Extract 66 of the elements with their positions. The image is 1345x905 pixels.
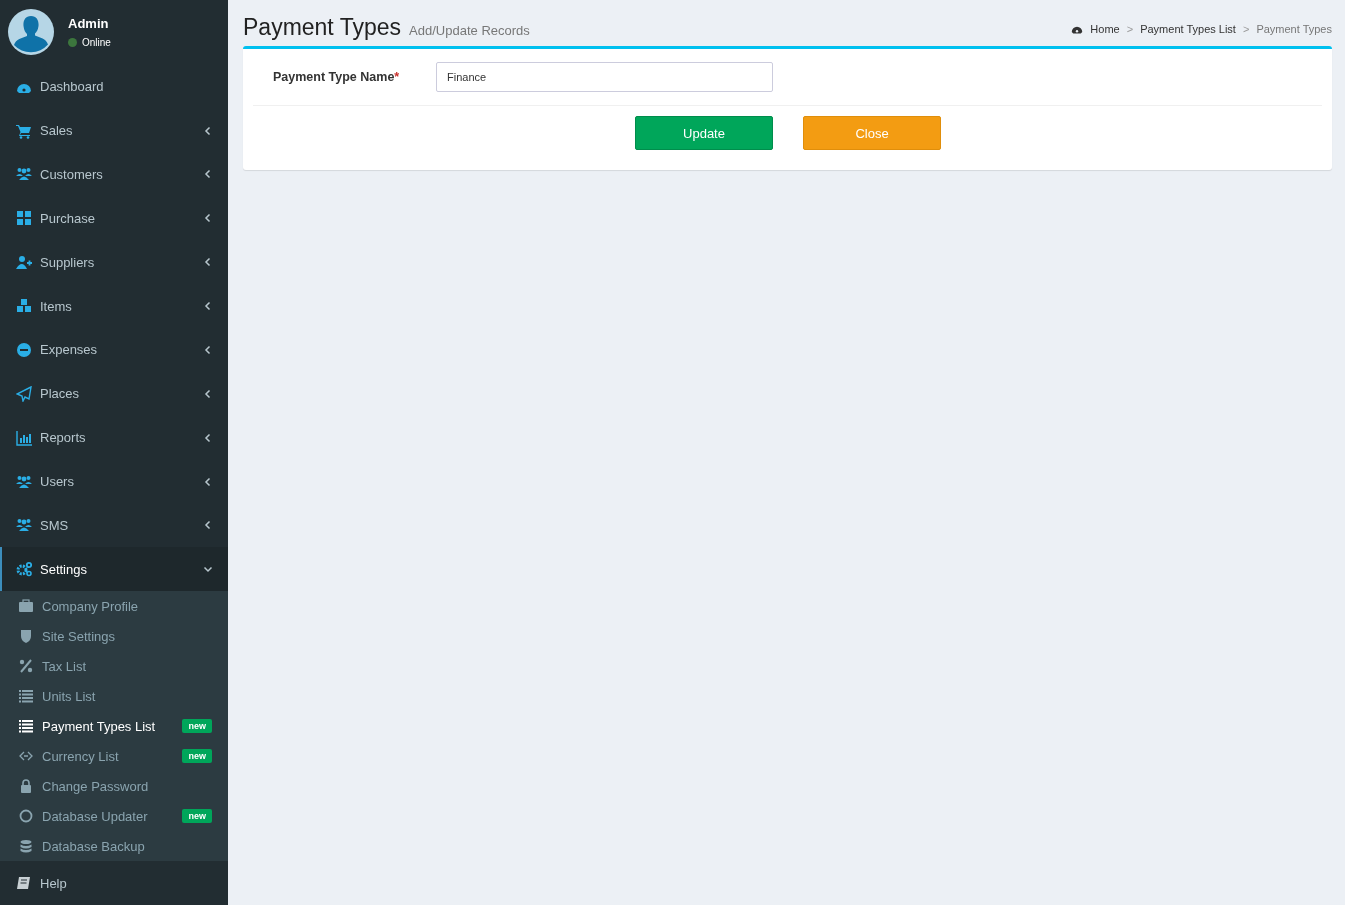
minus-circle-icon [16,341,32,358]
menu-item[interactable]: SMS [0,503,228,548]
lock-icon [19,779,33,794]
avatar-icon [8,9,54,56]
page-subtitle: Add/Update Records [409,23,530,38]
circle-icon [19,809,33,824]
breadcrumb-link[interactable]: Payment Types List [1140,23,1236,35]
payment-type-name-field[interactable]: Finance [436,62,773,92]
user-status: Online [82,37,111,49]
menu-item[interactable]: Items [0,284,228,328]
caret-icon [203,257,213,268]
submenu-item[interactable]: Tax List [0,651,228,682]
shield-icon [19,629,33,644]
breadcrumb-separator: > [1242,23,1250,35]
breadcrumb-link[interactable]: Home [1090,23,1120,35]
menu-item[interactable]: Sales [0,108,228,153]
menu-item[interactable]: Help [0,861,228,905]
caret-icon [203,125,213,136]
caret-icon [203,432,213,443]
list-icon [19,719,33,734]
submenu-item[interactable]: Payment Types List new [0,711,228,742]
caret-icon [203,564,213,575]
users-icon [16,473,32,490]
field-label: Payment Type Name* [272,70,401,84]
menu-item[interactable]: Reports [0,415,228,460]
submenu-item[interactable]: Change Password [0,771,228,802]
new-badge: new [182,749,212,764]
menu-item[interactable]: Purchase [0,196,228,241]
caret-icon [203,344,213,355]
caret-icon [203,476,213,487]
page-title: Payment Types [243,14,402,41]
menu-item[interactable]: Expenses [0,328,228,372]
grid-icon [16,210,32,227]
cart-icon [16,122,32,139]
user-plus-icon [16,254,32,271]
menu-item[interactable]: Customers [0,152,228,197]
submenu-item[interactable]: Company Profile [0,591,228,622]
paper-plane-icon [16,385,32,402]
book-icon [16,875,32,892]
user-name: Admin [68,16,110,32]
bar-chart-icon [16,429,32,446]
new-badge: new [182,809,212,824]
cubes-icon [16,298,32,315]
submenu-item[interactable]: Database Backup [0,831,228,862]
submenu-item[interactable]: Currency List new [0,741,228,772]
submenu-item[interactable]: Site Settings [0,621,228,652]
users-icon [16,517,32,534]
caret-icon [203,301,213,312]
submenu-item[interactable]: Database Updater new [0,801,228,832]
breadcrumb-separator: > [1126,23,1134,35]
database-icon [19,839,33,854]
menu-item[interactable]: Users [0,459,228,504]
menu-item[interactable]: Suppliers [0,240,228,285]
submenu-item[interactable]: Units List [0,681,228,712]
menu-item[interactable]: Places [0,371,228,416]
users-icon [16,166,32,183]
caret-icon [203,520,213,531]
briefcase-icon [19,599,33,614]
caret-icon [203,388,213,399]
menu-item[interactable]: Dashboard [0,64,228,109]
caret-icon [203,169,213,180]
percent-icon [19,659,33,674]
caret-icon [203,213,213,224]
list-icon [19,689,33,704]
menu-item[interactable]: Settings [0,547,228,592]
new-badge: new [182,719,212,734]
